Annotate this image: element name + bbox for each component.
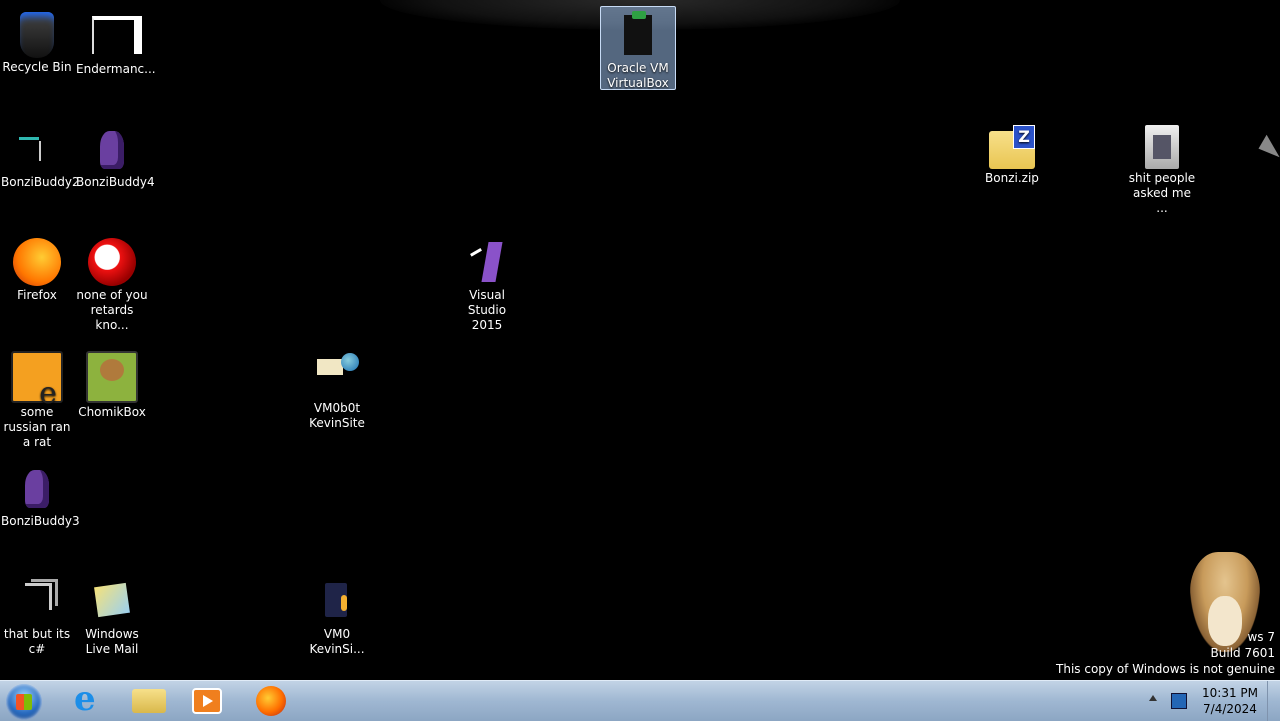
desktop-icon-recycle-bin[interactable]: Recycle Bin bbox=[0, 8, 74, 75]
desktop-icon-bonzibuddy4[interactable]: BonziBuddy4 bbox=[75, 121, 155, 190]
firefox-icon[interactable] bbox=[256, 686, 286, 716]
desktop-icon-endermanch[interactable]: Endermanc... bbox=[75, 8, 156, 77]
desktop-icon-firefox[interactable]: Firefox bbox=[0, 234, 74, 303]
icon-label: that but its c# bbox=[3, 627, 71, 656]
layers-icon bbox=[13, 577, 61, 625]
program-icon bbox=[11, 351, 63, 403]
icon-label: Firefox bbox=[17, 288, 57, 302]
icon-label: BonziBuddy3 bbox=[1, 514, 80, 528]
chomikbox-icon bbox=[86, 351, 138, 403]
show-desktop-button[interactable] bbox=[1267, 681, 1280, 721]
icon-label: VM0 KevinSi... bbox=[309, 627, 365, 656]
red-logo-icon bbox=[88, 238, 136, 286]
document-icon bbox=[313, 577, 361, 625]
icon-label: BonziBuddy2 bbox=[1, 175, 80, 189]
icon-label: some russian ran a rat bbox=[3, 405, 71, 449]
desktop-icon-that-but-its-csharp[interactable]: that but its c# bbox=[0, 573, 74, 657]
virtualbox-icon bbox=[614, 11, 662, 59]
zip-archive-icon bbox=[989, 125, 1035, 169]
bonzibuddy-icon bbox=[13, 464, 61, 512]
bonzibuddy-icon bbox=[13, 125, 61, 173]
icon-label: Windows Live Mail bbox=[85, 627, 139, 656]
folder-icon bbox=[1145, 125, 1179, 169]
clock-date: 7/4/2024 bbox=[1203, 702, 1257, 716]
desktop-icon-shit-people-asked-me[interactable]: shit people asked me ... bbox=[1125, 121, 1199, 216]
icon-label: none of you retards kno... bbox=[76, 288, 148, 332]
icon-label: Oracle VM VirtualBox bbox=[607, 61, 669, 90]
icon-label: BonziBuddy4 bbox=[76, 175, 155, 189]
watermark-line-1: ws 7 bbox=[1247, 630, 1275, 644]
icon-label: Visual Studio 2015 bbox=[467, 288, 507, 332]
icon-label: Recycle Bin bbox=[2, 60, 72, 74]
network-icon[interactable] bbox=[1171, 693, 1187, 709]
mouse-cursor-icon bbox=[1242, 134, 1280, 172]
recycle-bin-icon bbox=[20, 12, 54, 58]
show-hidden-icons-arrow-icon[interactable] bbox=[1149, 695, 1157, 701]
start-button[interactable] bbox=[6, 684, 42, 720]
desktop-icon-bonzi-zip[interactable]: Bonzi.zip bbox=[975, 121, 1049, 186]
mail-icon bbox=[88, 577, 136, 625]
windows-explorer-icon[interactable] bbox=[132, 689, 166, 713]
watermark-line-3: This copy of Windows is not genuine bbox=[1056, 662, 1275, 676]
icon-label: Endermanc... bbox=[76, 62, 156, 76]
web-shortcut-icon bbox=[313, 351, 361, 399]
desktop-icon-none-of-you[interactable]: none of you retards kno... bbox=[75, 234, 149, 333]
icon-label: shit people asked me ... bbox=[1128, 171, 1196, 215]
desktop-icon-chomikbox[interactable]: ChomikBox bbox=[75, 347, 149, 420]
clock-time: 10:31 PM bbox=[1202, 686, 1258, 700]
desktop-icon-some-russian[interactable]: some russian ran a rat bbox=[0, 347, 74, 450]
icon-label: ChomikBox bbox=[78, 405, 146, 419]
bonzibuddy-icon bbox=[88, 125, 136, 173]
system-clock[interactable]: 10:31 PM 7/4/2024 bbox=[1195, 685, 1265, 717]
visual-studio-icon bbox=[463, 238, 511, 286]
desktop-icon-vm0b0t-kevinsite[interactable]: VM0b0t KevinSite bbox=[300, 347, 374, 431]
watermark-line-2: Build 7601 bbox=[1210, 646, 1275, 660]
icon-label: Bonzi.zip bbox=[985, 171, 1039, 185]
windows-media-player-icon[interactable] bbox=[192, 688, 222, 714]
desktop-icon-visual-studio-2015[interactable]: Visual Studio 2015 bbox=[450, 234, 524, 333]
icon-label: VM0b0t KevinSite bbox=[309, 401, 365, 430]
desktop-icon-oracle-vm-virtualbox[interactable]: Oracle VM VirtualBox bbox=[600, 6, 676, 90]
desktop-icon-bonzibuddy3[interactable]: BonziBuddy3 bbox=[0, 460, 80, 529]
desktop-icon-vm0-kevinsi[interactable]: VM0 KevinSi... bbox=[300, 573, 374, 657]
window-icon bbox=[88, 12, 142, 60]
internet-explorer-icon[interactable] bbox=[70, 679, 104, 719]
firefox-icon bbox=[13, 238, 61, 286]
windows-watermark: ws 7 Build 7601 This copy of Windows is … bbox=[1056, 629, 1275, 677]
taskbar: 10:31 PM 7/4/2024 bbox=[0, 679, 1280, 721]
desktop-icon-bonzibuddy2[interactable]: BonziBuddy2 bbox=[0, 121, 80, 190]
desktop-icon-windows-live-mail[interactable]: Windows Live Mail bbox=[75, 573, 149, 657]
